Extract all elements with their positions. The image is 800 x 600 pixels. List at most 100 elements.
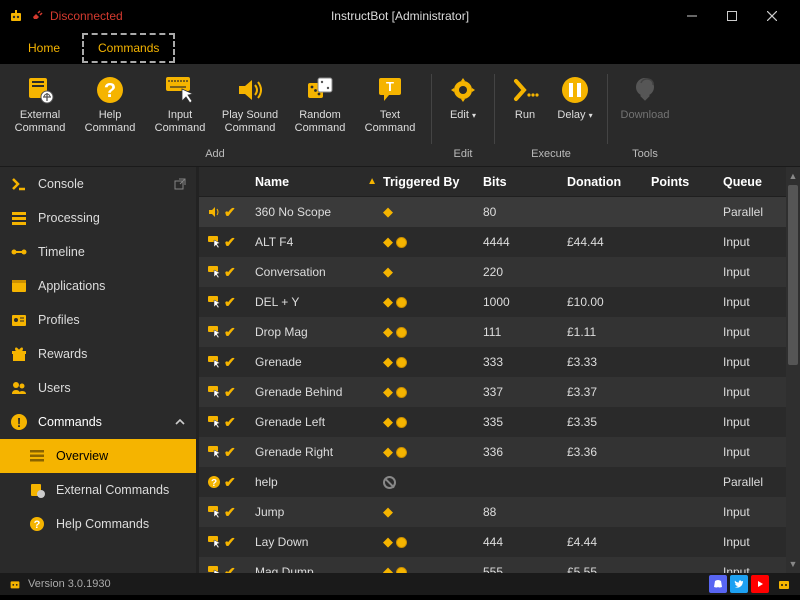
statusbar: Version 3.0.1930 (0, 573, 800, 595)
cell-name: ALT F4 (255, 235, 383, 249)
table-row[interactable]: ✔Drop Mag◆111£1.11Input (199, 317, 800, 347)
row-type-icon (207, 355, 221, 369)
download-icon (629, 74, 661, 106)
cell-triggered: ◆ (383, 414, 483, 430)
enabled-check-icon: ✔ (224, 384, 236, 401)
sidebar-item-processing[interactable]: Processing (0, 201, 196, 235)
cell-name: Mag Dump (255, 565, 383, 573)
sidebar-item-commands[interactable]: ! Commands (0, 405, 196, 439)
sidebar-item-timeline[interactable]: Timeline (0, 235, 196, 269)
table-row[interactable]: ✔DEL + Y◆1000£10.00Input (199, 287, 800, 317)
enabled-check-icon: ✔ (224, 204, 236, 221)
cell-triggered: ◆ (383, 564, 483, 573)
ribbon-group-add: External Command ? Help Command Input Co… (6, 70, 424, 164)
cell-bits: 444 (483, 535, 567, 549)
tab-home[interactable]: Home (14, 35, 74, 61)
users-icon (10, 379, 28, 397)
cell-bits: 4444 (483, 235, 567, 249)
ribbon-group-label: Add (205, 146, 225, 164)
sidebar-item-console[interactable]: Console (0, 167, 196, 201)
text-command-button[interactable]: T Text Command (356, 70, 424, 146)
external-command-button[interactable]: External Command (6, 70, 74, 146)
cell-triggered: ◆ (383, 534, 483, 550)
sidebar-item-overview[interactable]: Overview (0, 439, 196, 473)
col-triggered[interactable]: Triggered By (383, 175, 483, 189)
profiles-icon (10, 311, 28, 329)
tab-commands[interactable]: Commands (82, 33, 175, 63)
table-row[interactable]: ?✔helpParallel (199, 467, 800, 497)
ribbon-label: Download (621, 109, 670, 122)
cell-name: help (255, 475, 383, 489)
close-button[interactable] (752, 2, 792, 30)
row-type-icon (207, 385, 221, 399)
delay-button[interactable]: Delay ▾ (550, 70, 600, 146)
table-row[interactable]: ✔Conversation◆220Input (199, 257, 800, 287)
robot-corner-icon (776, 576, 792, 592)
table-row[interactable]: ✔Grenade Behind◆337£3.37Input (199, 377, 800, 407)
dice-icon (304, 74, 336, 106)
table-row[interactable]: ✔Mag Dump◆555£5.55Input (199, 557, 800, 573)
col-donation[interactable]: Donation (567, 175, 651, 189)
cell-donation: £5.55 (567, 565, 651, 573)
play-sound-button[interactable]: Play Sound Command (216, 70, 284, 146)
sidebar-label: Applications (38, 279, 105, 293)
maximize-button[interactable] (712, 2, 752, 30)
table-row[interactable]: ✔Jump◆88Input (199, 497, 800, 527)
sidebar-item-users[interactable]: Users (0, 371, 196, 405)
enabled-check-icon: ✔ (224, 504, 236, 521)
download-button[interactable]: Download (615, 70, 675, 146)
sidebar-item-applications[interactable]: Applications (0, 269, 196, 303)
cell-bits: 555 (483, 565, 567, 573)
cell-donation: £3.37 (567, 385, 651, 399)
sound-icon (234, 74, 266, 106)
ribbon-label: Text Command (358, 109, 422, 135)
help-command-button[interactable]: ? Help Command (76, 70, 144, 146)
commands-table: Name▲ Triggered By Bits Donation Points … (196, 167, 800, 573)
sidebar-label: Timeline (38, 245, 85, 259)
sidebar-item-external-commands[interactable]: External Commands (0, 473, 196, 507)
enabled-check-icon: ✔ (224, 534, 236, 551)
table-row[interactable]: ✔Lay Down◆444£4.44Input (199, 527, 800, 557)
commands-icon: ! (10, 413, 28, 431)
ribbon-label: Play Sound Command (218, 109, 282, 135)
scroll-up-arrow[interactable]: ▲ (786, 169, 800, 183)
scroll-down-arrow[interactable]: ▼ (786, 557, 800, 571)
cell-name: 360 No Scope (255, 205, 383, 219)
help-icon: ? (94, 74, 126, 106)
overview-icon (28, 447, 46, 465)
vertical-scrollbar[interactable]: ▲ ▼ (786, 167, 800, 573)
table-row[interactable]: ✔Grenade Right◆336£3.36Input (199, 437, 800, 467)
svg-text:?: ? (34, 519, 41, 531)
external-command-icon (24, 74, 56, 106)
col-bits[interactable]: Bits (483, 175, 567, 189)
twitter-icon[interactable] (730, 575, 748, 593)
cell-bits: 1000 (483, 295, 567, 309)
sidebar-item-help-commands[interactable]: ? Help Commands (0, 507, 196, 541)
cell-name: Grenade Behind (255, 385, 383, 399)
col-points[interactable]: Points (651, 175, 723, 189)
run-button[interactable]: Run (502, 70, 548, 146)
applications-icon (10, 277, 28, 295)
table-row[interactable]: ✔ALT F4◆4444£44.44Input (199, 227, 800, 257)
svg-text:?: ? (211, 478, 217, 489)
col-name[interactable]: Name▲ (255, 175, 383, 189)
discord-icon[interactable] (709, 575, 727, 593)
scroll-thumb[interactable] (788, 185, 798, 365)
youtube-icon[interactable] (751, 575, 769, 593)
table-row[interactable]: ✔360 No Scope◆80Parallel (199, 197, 800, 227)
table-row[interactable]: ✔Grenade◆333£3.33Input (199, 347, 800, 377)
table-row[interactable]: ✔Grenade Left◆335£3.35Input (199, 407, 800, 437)
ribbon-label: Input Command (148, 109, 212, 135)
enabled-check-icon: ✔ (224, 474, 236, 491)
svg-text:?: ? (104, 80, 116, 102)
minimize-button[interactable] (672, 2, 712, 30)
input-command-button[interactable]: Input Command (146, 70, 214, 146)
sidebar-item-rewards[interactable]: Rewards (0, 337, 196, 371)
popout-icon[interactable] (174, 178, 186, 190)
random-command-button[interactable]: Random Command (286, 70, 354, 146)
enabled-check-icon: ✔ (224, 444, 236, 461)
edit-button[interactable]: Edit ▾ (439, 70, 487, 146)
row-type-icon (207, 565, 221, 573)
ribbon-group-label: Execute (531, 146, 571, 164)
sidebar-item-profiles[interactable]: Profiles (0, 303, 196, 337)
